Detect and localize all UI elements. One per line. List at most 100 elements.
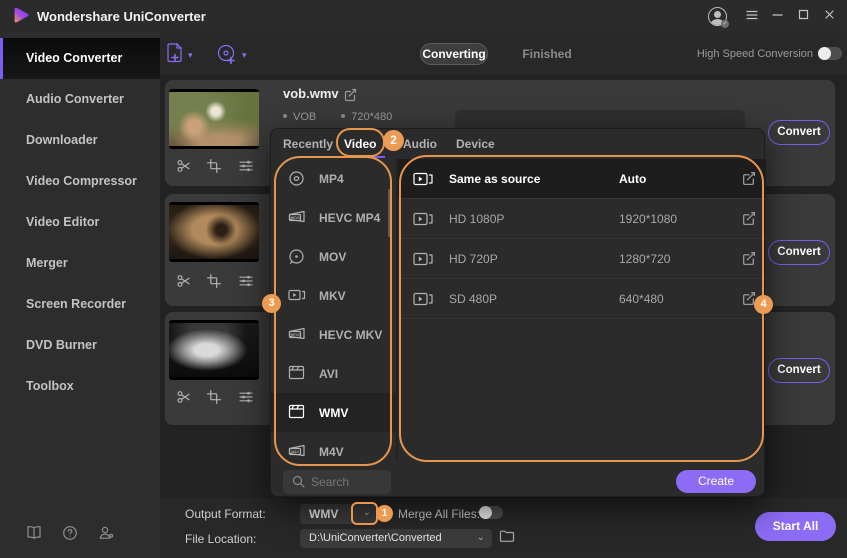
file-location-value: D:\UniConverter\Converted: [309, 532, 442, 544]
add-file-icon[interactable]: [164, 42, 186, 65]
menu-icon[interactable]: [745, 8, 759, 22]
create-button[interactable]: Create: [676, 470, 756, 493]
hevc-icon: HEVC: [288, 210, 305, 223]
sidebar: Video Converter Audio Converter Download…: [0, 32, 160, 558]
tab-finished[interactable]: Finished: [518, 43, 576, 65]
format-search-box: [283, 470, 391, 494]
chevron-down-icon[interactable]: ⌄: [363, 507, 371, 518]
trim-icon[interactable]: [177, 159, 191, 173]
popup-tab-audio[interactable]: Audio: [403, 137, 437, 151]
popup-tab-video[interactable]: Video: [344, 137, 376, 151]
app-logo-icon: [14, 7, 29, 23]
crop-icon[interactable]: [207, 159, 221, 173]
video-file-icon: [413, 212, 433, 226]
format-item-m4v[interactable]: M4V M4V: [271, 432, 396, 471]
sidebar-item-toolbox[interactable]: Toolbox: [0, 366, 160, 407]
video-thumbnail-1: [169, 89, 259, 149]
format-item-mp4[interactable]: MP4: [271, 159, 396, 198]
edit-preset-icon[interactable]: [741, 251, 756, 266]
format-item-mov[interactable]: MOV: [271, 237, 396, 276]
video-file-icon: [413, 252, 433, 266]
popup-tab-recently[interactable]: Recently: [283, 137, 333, 151]
chevron-down-icon[interactable]: ⌄: [477, 532, 485, 543]
format-list-scrollbar[interactable]: [388, 189, 391, 237]
high-speed-conversion-toggle[interactable]: [818, 47, 842, 60]
help-icon[interactable]: [62, 525, 78, 541]
tab-converting[interactable]: Converting: [420, 43, 488, 65]
edit-preset-icon[interactable]: [741, 211, 756, 226]
uniconverter-window: Wondershare UniConverter ✓ Video Convert…: [0, 0, 847, 558]
sidebar-item-screen-recorder[interactable]: Screen Recorder: [0, 284, 160, 325]
video-thumbnail-3: [169, 320, 259, 380]
bullet-icon: [341, 114, 346, 118]
format-item-avi[interactable]: AVI: [271, 354, 396, 393]
convert-button-3[interactable]: Convert: [768, 358, 830, 383]
preset-hd-1080p[interactable]: HD 1080P 1920*1080: [398, 199, 766, 239]
svg-text:HEVC: HEVC: [291, 216, 301, 220]
active-tab-underline: [339, 156, 385, 158]
add-disc-icon[interactable]: [216, 43, 238, 65]
start-all-button[interactable]: Start All: [755, 512, 836, 541]
sidebar-item-video-converter[interactable]: Video Converter: [0, 38, 160, 79]
m4v-icon: M4V: [288, 444, 305, 457]
crop-icon[interactable]: [207, 274, 221, 288]
edit-preset-icon[interactable]: [741, 171, 756, 186]
rename-icon[interactable]: [343, 88, 357, 102]
film-icon: [288, 365, 305, 380]
sidebar-item-dvd-burner[interactable]: DVD Burner: [0, 325, 160, 366]
film-icon: [288, 404, 305, 419]
trim-icon[interactable]: [177, 274, 191, 288]
add-disc-chevron-icon[interactable]: ▾: [242, 50, 247, 61]
file-location-select[interactable]: D:\UniConverter\Converted ⌄: [300, 529, 492, 548]
account-avatar[interactable]: ✓: [708, 7, 729, 28]
disc-icon: [289, 171, 304, 186]
maximize-icon[interactable]: [797, 8, 810, 21]
file-info: VOB 720*480: [283, 111, 392, 123]
referral-icon[interactable]: [98, 525, 115, 541]
convert-button-1[interactable]: Convert: [768, 120, 830, 145]
sidebar-item-downloader[interactable]: Downloader: [0, 120, 160, 161]
effects-icon[interactable]: [239, 390, 253, 404]
merge-all-files-toggle[interactable]: [479, 506, 503, 519]
edit-preset-icon[interactable]: [741, 291, 756, 306]
sidebar-item-audio-converter[interactable]: Audio Converter: [0, 79, 160, 120]
format-item-hevc-mp4[interactable]: HEVC HEVC MP4: [271, 198, 396, 237]
hevc-icon: HEVC: [288, 327, 305, 340]
open-folder-icon[interactable]: [499, 529, 515, 543]
minimize-icon[interactable]: [771, 8, 784, 21]
add-file-chevron-icon[interactable]: ▾: [188, 50, 193, 61]
merge-all-files-label: Merge All Files:: [398, 507, 481, 521]
convert-button-2[interactable]: Convert: [768, 240, 830, 265]
file-name: vob.wmv: [283, 86, 339, 101]
output-format-value: WMV: [309, 507, 339, 521]
popup-tab-device[interactable]: Device: [456, 137, 495, 151]
search-input[interactable]: [311, 472, 385, 492]
svg-text:M4V: M4V: [291, 450, 299, 454]
format-item-hevc-mkv[interactable]: HEVC HEVC MKV: [271, 315, 396, 354]
crop-icon[interactable]: [207, 390, 221, 404]
trim-icon[interactable]: [177, 390, 191, 404]
effects-icon[interactable]: [239, 274, 253, 288]
video-camera-icon: [288, 289, 306, 301]
close-icon[interactable]: [823, 8, 836, 21]
svg-text:HEVC: HEVC: [291, 333, 301, 337]
preset-sd-480p[interactable]: SD 480P 640*480: [398, 279, 766, 319]
search-icon: [292, 475, 305, 488]
file-resolution: 720*480: [351, 111, 393, 123]
video-thumbnail-2: [169, 202, 259, 262]
sidebar-item-video-compressor[interactable]: Video Compressor: [0, 161, 160, 202]
output-format-popup: Recently Video Audio Device MP4 HEVC HEV…: [270, 128, 766, 497]
sidebar-item-merger[interactable]: Merger: [0, 243, 160, 284]
disc-dot-icon: [289, 249, 304, 264]
output-format-label: Output Format:: [185, 507, 266, 521]
preset-same-as-source[interactable]: Same as source Auto: [398, 159, 766, 199]
format-item-wmv[interactable]: WMV: [271, 393, 396, 432]
top-toolbar: ▾ ▾ Converting Finished High Speed Conve…: [160, 32, 847, 75]
effects-icon[interactable]: [239, 159, 253, 173]
format-item-mkv[interactable]: MKV: [271, 276, 396, 315]
output-format-select[interactable]: WMV ⌄: [300, 504, 378, 524]
file-format: VOB: [293, 111, 317, 123]
guide-book-icon[interactable]: [26, 525, 42, 540]
preset-hd-720p[interactable]: HD 720P 1280*720: [398, 239, 766, 279]
sidebar-item-video-editor[interactable]: Video Editor: [0, 202, 160, 243]
